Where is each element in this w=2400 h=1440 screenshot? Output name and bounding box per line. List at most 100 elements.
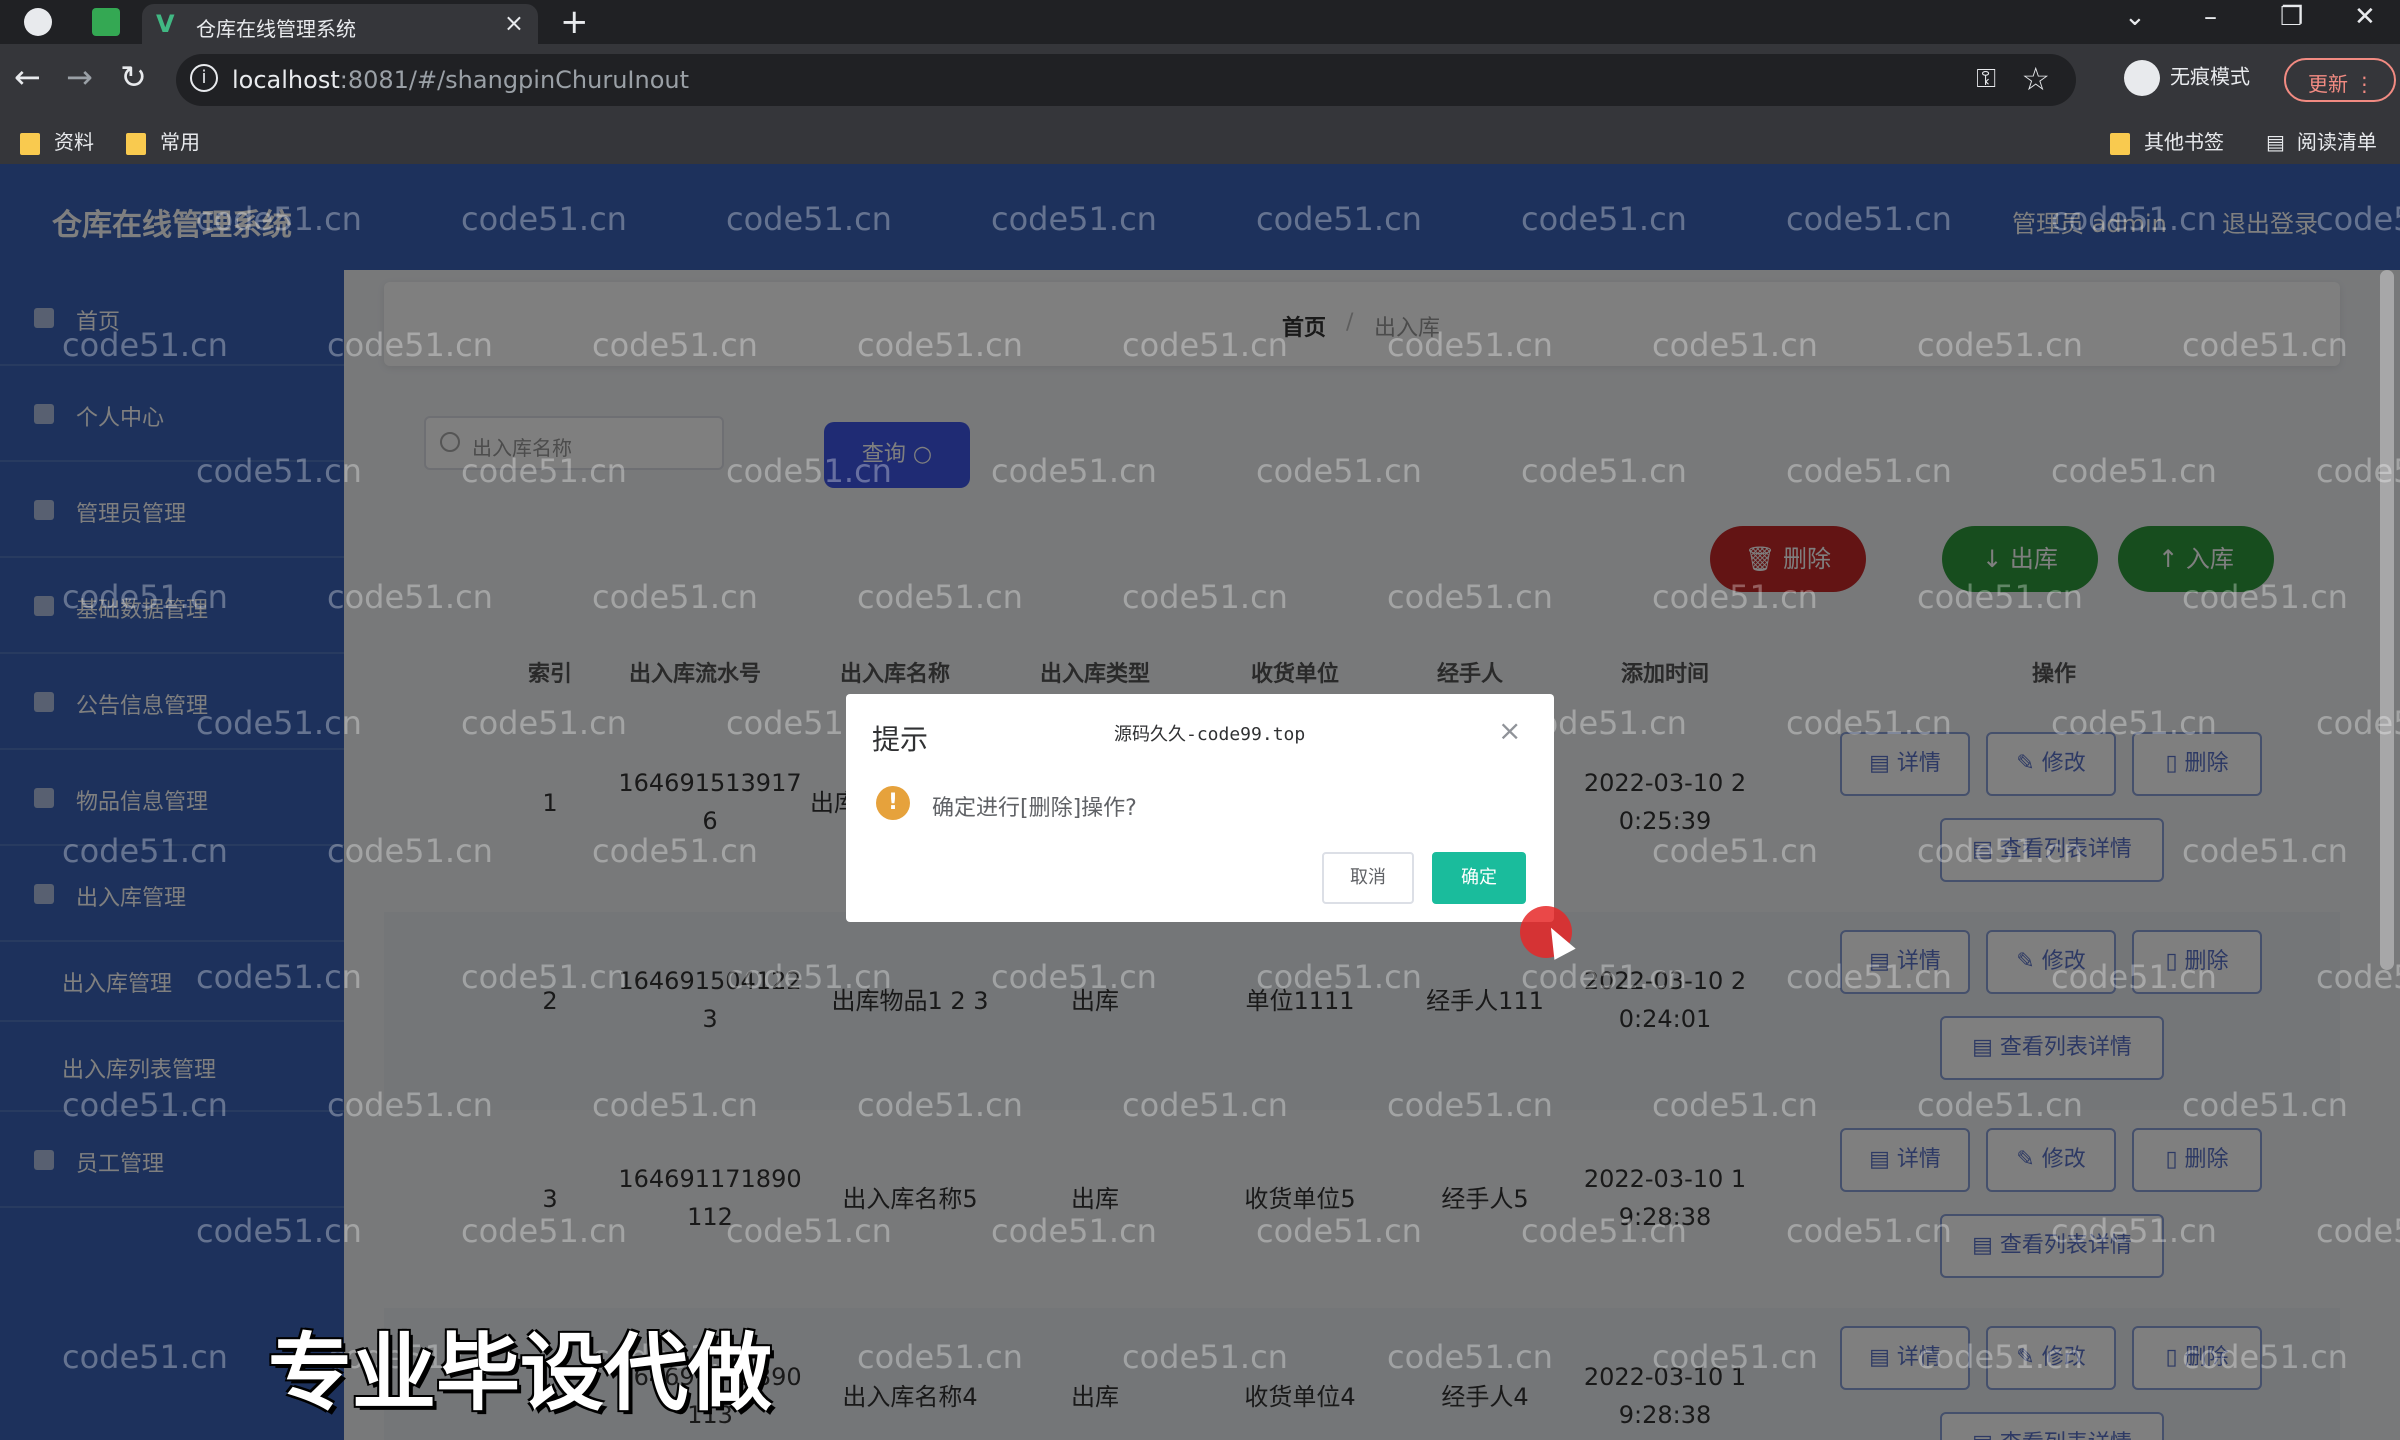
bookmarks-bar: 资料 常用 其他书签 ▤ 阅读清单 — [0, 116, 2400, 164]
watermark-text: code51.cn — [1652, 1338, 1818, 1376]
folder-icon — [20, 132, 40, 155]
watermark-text: code51.cn — [592, 832, 758, 870]
dialog-confirm-button[interactable]: 确定 — [1432, 852, 1526, 904]
watermark-text: code51.cn — [196, 958, 362, 996]
watermark-text: code51.cn — [196, 1212, 362, 1250]
watermark-text: code51.cn — [2316, 200, 2400, 238]
watermark-text: code51.cn — [1256, 452, 1422, 490]
folder-icon — [126, 132, 146, 155]
watermark-text: code51.cn — [1387, 326, 1553, 364]
new-tab-button[interactable]: + — [560, 2, 589, 42]
watermark-text: code51.cn — [726, 958, 892, 996]
watermark-text: code51.cn — [2051, 200, 2217, 238]
watermark-text: code51.cn — [2051, 958, 2217, 996]
tab-active[interactable]: V 仓库在线管理系统 × — [142, 4, 538, 44]
watermark-text: code51.cn — [327, 326, 493, 364]
tab-search-icon[interactable]: ⌄ — [2124, 2, 2146, 32]
url-text: localhost:8081/#/shangpinChuruInout — [232, 66, 690, 94]
browser-tab-bar: V 仓库在线管理系统 × + ⌄ – ❐ ✕ — [0, 0, 2400, 44]
close-tab-icon[interactable]: × — [504, 9, 524, 37]
reload-icon[interactable]: ↻ — [120, 58, 147, 96]
dialog-close-icon[interactable]: × — [1498, 714, 1521, 747]
watermark-text: code51.cn — [461, 200, 627, 238]
watermark-text: code51.cn — [592, 1086, 758, 1124]
dialog-title: 提示 — [872, 723, 929, 756]
watermark-text: code51.cn — [1917, 578, 2083, 616]
warning-icon: ! — [876, 786, 910, 820]
sheets-icon[interactable] — [92, 8, 120, 36]
watermark-text: code51.cn — [1917, 832, 2083, 870]
watermark-text: code51.cn — [592, 326, 758, 364]
watermark-text: code51.cn — [2182, 1086, 2348, 1124]
watermark-text: code51.cn — [1256, 958, 1422, 996]
watermark-text: code51.cn — [991, 1212, 1157, 1250]
bookmark-folder[interactable]: 资料 — [20, 126, 94, 155]
site-info-icon[interactable]: i — [190, 64, 218, 92]
watermark-text: code51.cn — [1387, 1086, 1553, 1124]
forward-icon[interactable]: → — [66, 58, 93, 96]
update-button[interactable]: 更新 ⋮ — [2284, 58, 2396, 102]
watermark-text: code51.cn — [991, 452, 1157, 490]
watermark-text: code51.cn — [1652, 1086, 1818, 1124]
watermark-text: code51.cn — [1521, 1212, 1687, 1250]
watermark-text: code51.cn — [2182, 1338, 2348, 1376]
watermark-text: code51.cn — [1652, 326, 1818, 364]
back-icon[interactable]: ← — [14, 58, 41, 96]
page-scrollbar[interactable] — [2380, 270, 2394, 970]
watermark-text: code51.cn — [62, 578, 228, 616]
watermark-text: code51.cn — [1652, 832, 1818, 870]
watermark-text: code51.cn — [1122, 326, 1288, 364]
vue-icon: V — [156, 10, 175, 38]
watermark-text: code51.cn — [1917, 326, 2083, 364]
watermark-text: code51.cn — [327, 578, 493, 616]
dialog-subtitle: 源码久久-code99.top — [1114, 724, 1306, 745]
window-close-icon[interactable]: ✕ — [2354, 2, 2376, 32]
watermark-text: code51.cn — [1917, 1086, 2083, 1124]
address-bar-row: ← → ↻ i localhost:8081/#/shangpinChuruIn… — [0, 44, 2400, 116]
watermark-text: code51.cn — [62, 832, 228, 870]
watermark-text: code51.cn — [62, 326, 228, 364]
watermark-text: code51.cn — [991, 200, 1157, 238]
watermark-text: code51.cn — [2316, 704, 2400, 742]
watermark-text: code51.cn — [857, 1086, 1023, 1124]
minimize-icon[interactable]: – — [2204, 2, 2217, 32]
watermark-text: code51.cn — [857, 326, 1023, 364]
incognito-indicator[interactable]: 无痕模式 — [2124, 60, 2250, 96]
reading-list[interactable]: ▤ 阅读清单 — [2266, 126, 2377, 155]
watermark-text: code51.cn — [2182, 326, 2348, 364]
dialog-cancel-button[interactable]: 取消 — [1322, 852, 1414, 904]
watermark-text: code51.cn — [1521, 958, 1687, 996]
watermark-text: code51.cn — [1122, 1338, 1288, 1376]
watermark-text: code51.cn — [857, 578, 1023, 616]
watermark-text: code51.cn — [726, 452, 892, 490]
watermark-text: code51.cn — [1256, 1212, 1422, 1250]
watermark-text: code51.cn — [327, 1086, 493, 1124]
key-icon[interactable]: ⚿ — [1976, 64, 1996, 95]
watermark-text: code51.cn — [461, 1212, 627, 1250]
bookmark-star-icon[interactable]: ☆ — [2021, 60, 2050, 98]
other-bookmarks[interactable]: 其他书签 — [2110, 126, 2224, 155]
watermark-text: code51.cn — [196, 200, 362, 238]
watermark-text: code51.cn — [1917, 1338, 2083, 1376]
watermark-text: code51.cn — [461, 704, 627, 742]
watermark-text: code51.cn — [2316, 452, 2400, 490]
watermark-text: code51.cn — [62, 1086, 228, 1124]
bookmark-folder[interactable]: 常用 — [126, 126, 200, 155]
watermark-text: code51.cn — [2182, 578, 2348, 616]
reading-list-icon: ▤ — [2266, 130, 2285, 154]
watermark-text: code51.cn — [1786, 1212, 1952, 1250]
confirm-dialog: 提示 源码久久-code99.top × ! 确定进行[删除]操作? 取消 确定 — [846, 694, 1554, 922]
watermark-text: code51.cn — [1786, 958, 1952, 996]
watermark-text: code51.cn — [1387, 578, 1553, 616]
watermark-text: code51.cn — [461, 958, 627, 996]
watermark-text: code51.cn — [1786, 704, 1952, 742]
browser-app-icon[interactable] — [24, 8, 52, 36]
watermark-text: code51.cn — [2051, 1212, 2217, 1250]
watermark-text: code51.cn — [461, 452, 627, 490]
watermark-text: code51.cn — [2182, 832, 2348, 870]
watermark-text: code51.cn — [196, 704, 362, 742]
watermark-text: code51.cn — [1256, 200, 1422, 238]
restore-icon[interactable]: ❐ — [2280, 2, 2303, 32]
incognito-icon — [2124, 60, 2160, 96]
url-field[interactable]: i localhost:8081/#/shangpinChuruInout ⚿ … — [176, 54, 2076, 106]
